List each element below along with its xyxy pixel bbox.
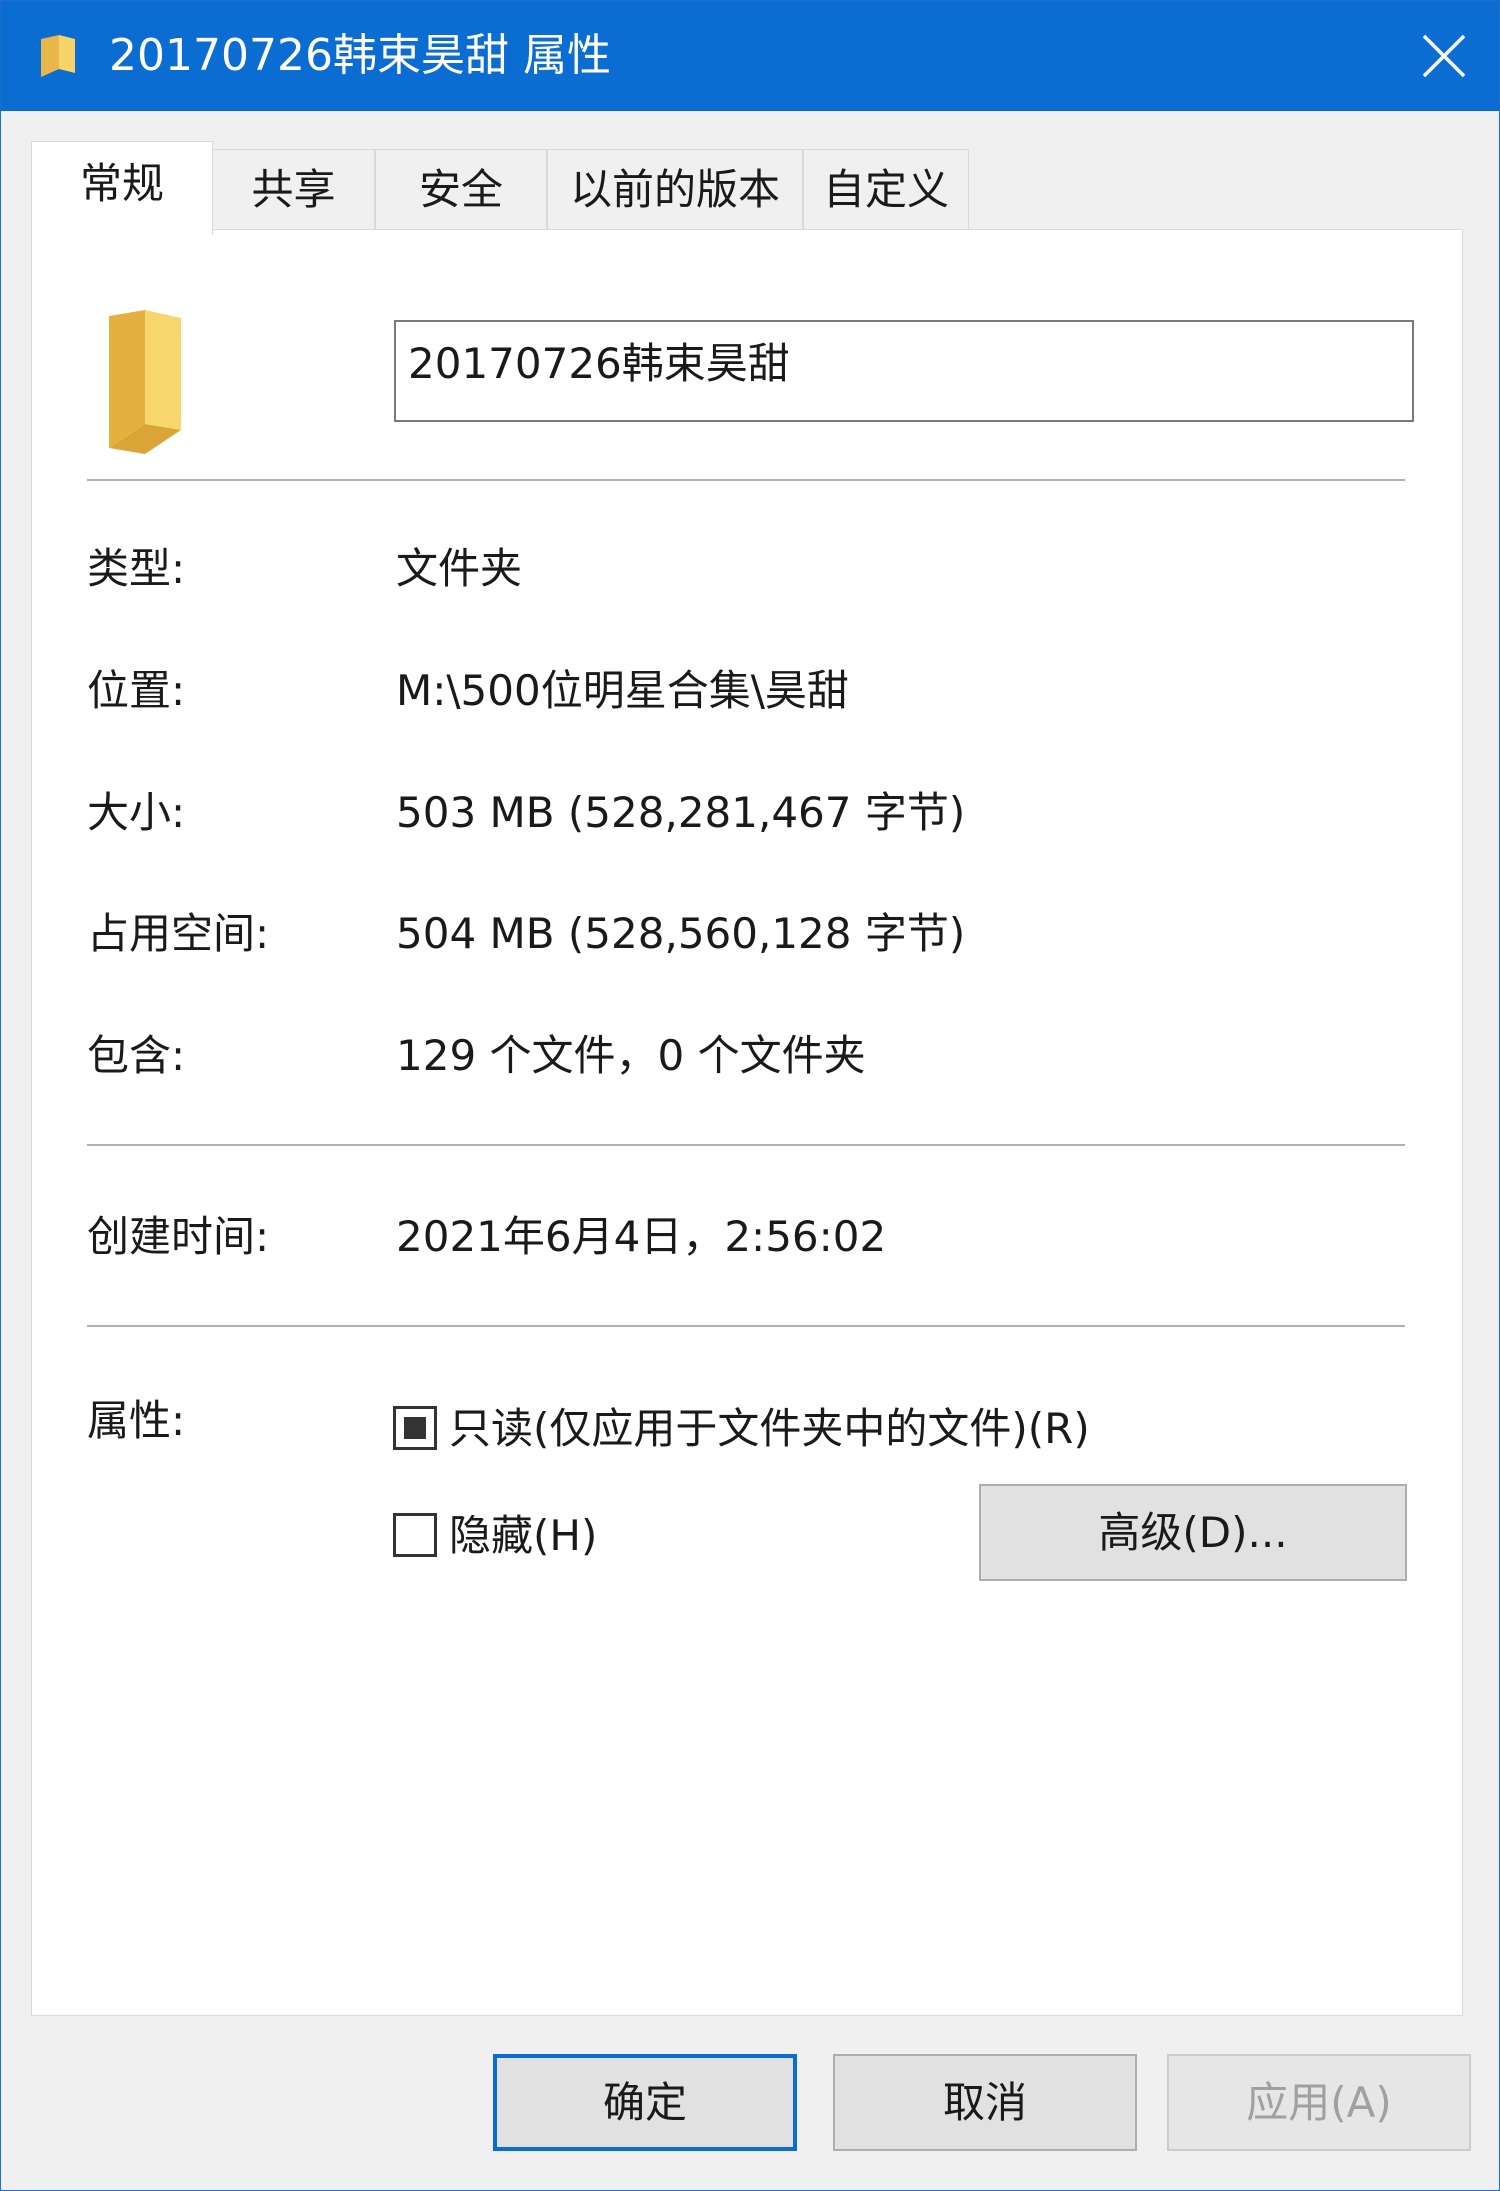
apply-button[interactable]: 应用(A)	[1167, 2054, 1471, 2151]
attributes-label: 属性:	[87, 1396, 186, 1445]
divider	[87, 479, 1405, 481]
tab-customize[interactable]: 自定义	[803, 149, 969, 229]
readonly-label[interactable]: 只读(仅应用于文件夹中的文件)(R)	[449, 1401, 1090, 1457]
type-value: 文件夹	[396, 544, 523, 593]
title-bar[interactable]: 20170726韩束昊甜 属性	[1, 1, 1499, 111]
close-icon	[1422, 34, 1466, 78]
indeterminate-mark	[404, 1417, 426, 1439]
tab-general[interactable]: 常规	[31, 141, 213, 235]
advanced-button[interactable]: 高级(D)...	[979, 1484, 1407, 1581]
folder-icon	[41, 35, 75, 77]
size-label: 大小:	[87, 788, 186, 837]
location-label: 位置:	[87, 666, 186, 715]
divider	[87, 1325, 1405, 1327]
size-on-disk-value: 504 MB (528,560,128 字节)	[396, 909, 966, 958]
folder-name-input[interactable]	[394, 320, 1414, 422]
type-label: 类型:	[87, 544, 186, 593]
ok-button[interactable]: 确定	[493, 2054, 797, 2151]
contains-label: 包含:	[87, 1031, 186, 1080]
tab-sharing[interactable]: 共享	[212, 149, 375, 229]
window-title: 20170726韩束昊甜 属性	[109, 30, 611, 81]
location-value: M:\500位明星合集\昊甜	[396, 666, 849, 715]
cancel-button[interactable]: 取消	[833, 2054, 1137, 2151]
folder-icon	[105, 306, 185, 456]
general-panel	[31, 229, 1463, 2016]
size-value: 503 MB (528,281,467 字节)	[396, 788, 966, 837]
properties-dialog: 20170726韩束昊甜 属性 常规 共享 安全 以前的版本 自定义 类型: 文…	[0, 0, 1500, 2191]
size-on-disk-label: 占用空间:	[87, 909, 270, 958]
contains-value: 129 个文件，0 个文件夹	[396, 1031, 866, 1080]
created-value: 2021年6月4日，2:56:02	[396, 1212, 887, 1261]
tab-previous-versions[interactable]: 以前的版本	[547, 149, 803, 229]
hidden-label[interactable]: 隐藏(H)	[449, 1508, 597, 1564]
divider	[87, 1144, 1405, 1146]
hidden-checkbox[interactable]	[393, 1513, 437, 1557]
readonly-checkbox[interactable]	[393, 1406, 437, 1450]
close-button[interactable]	[1389, 1, 1499, 111]
created-label: 创建时间:	[87, 1212, 270, 1261]
tab-security[interactable]: 安全	[375, 149, 547, 229]
